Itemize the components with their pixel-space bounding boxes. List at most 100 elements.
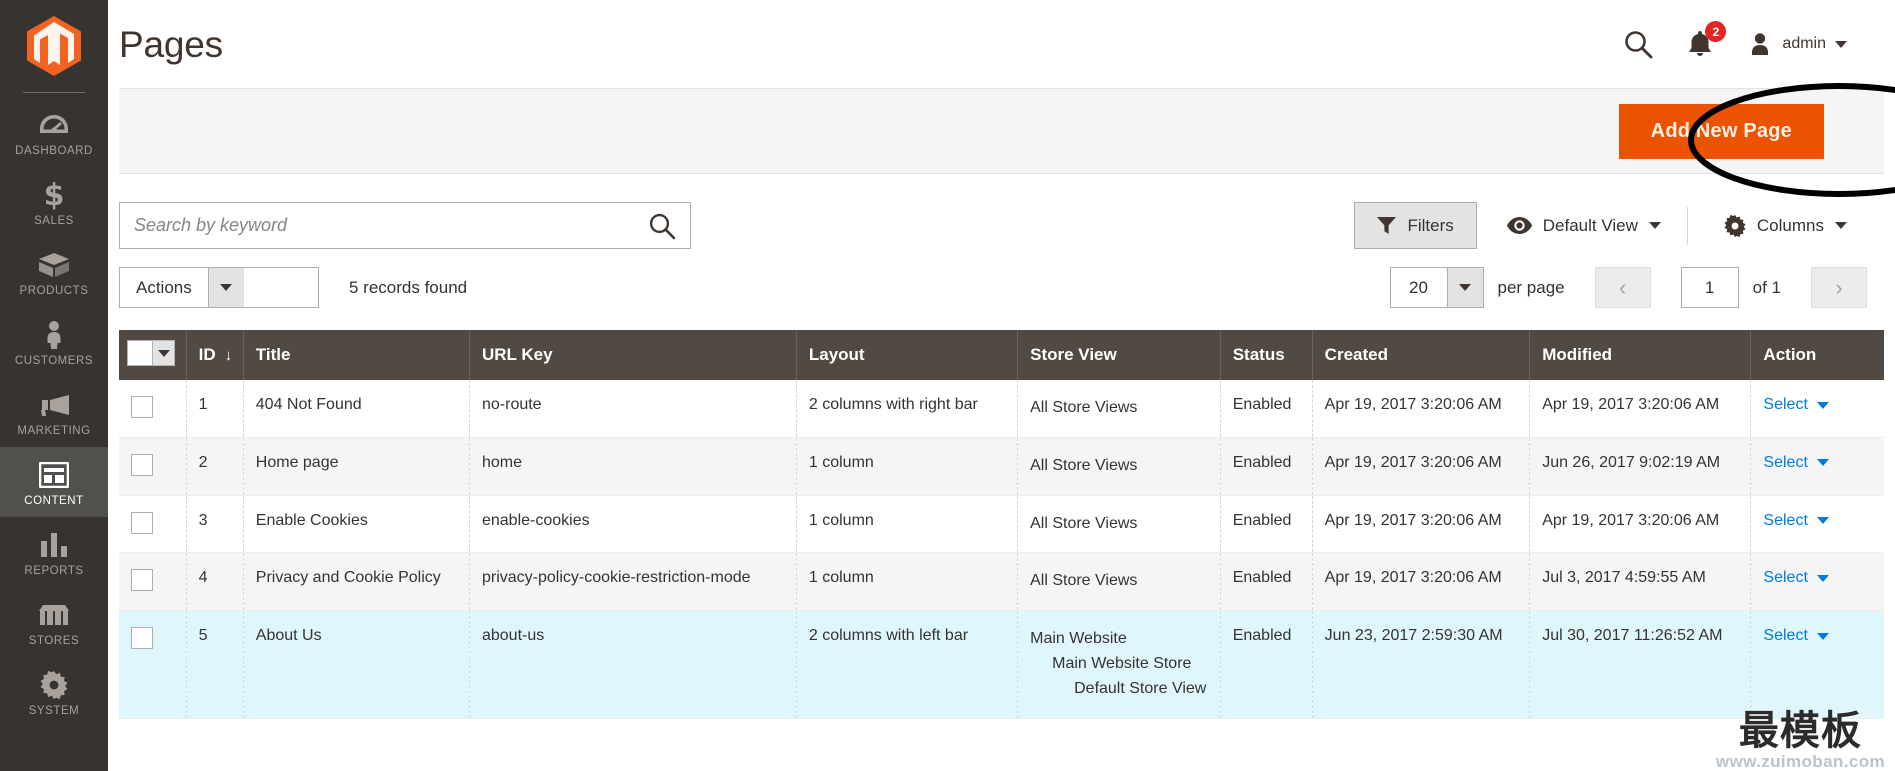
row-checkbox[interactable] (131, 396, 153, 418)
chevron-down-icon (1649, 222, 1661, 229)
search-submit-icon[interactable] (642, 212, 676, 240)
row-action-select[interactable]: Select (1763, 569, 1828, 587)
cell-created: Jun 23, 2017 2:59:30 AM (1312, 611, 1530, 718)
column-header-created[interactable]: Created (1312, 330, 1530, 380)
sidebar-item-dashboard[interactable]: DASHBOARD (0, 97, 108, 167)
row-action-select[interactable]: Select (1763, 396, 1828, 414)
cell-layout: 2 columns with left bar (796, 611, 1017, 718)
page-header: Pages 2 admin (108, 0, 1895, 88)
cell-status: Enabled (1220, 611, 1312, 718)
table-row[interactable]: 1404 Not Foundno-route2 columns with rig… (119, 380, 1884, 437)
per-page-label: per page (1498, 278, 1565, 298)
row-action-label: Select (1763, 569, 1807, 587)
cell-created: Apr 19, 2017 3:20:06 AM (1312, 495, 1530, 553)
store-view-line: Main Website (1030, 627, 1210, 652)
column-header-modified[interactable]: Modified (1530, 330, 1751, 380)
cell-modified: Jun 26, 2017 9:02:19 AM (1530, 437, 1751, 495)
cell-action[interactable]: Select (1751, 553, 1884, 611)
sidebar-item-products[interactable]: PRODUCTS (0, 237, 108, 307)
cell-title: Enable Cookies (243, 495, 469, 553)
store-view-line: Default Store View (1030, 677, 1210, 702)
sidebar-item-system[interactable]: SYSTEM (0, 657, 108, 727)
cell-status: Enabled (1220, 553, 1312, 611)
add-new-page-button[interactable]: Add New Page (1619, 104, 1824, 159)
next-page-button[interactable]: › (1811, 267, 1867, 308)
sidebar-item-label: MARKETING (2, 425, 106, 437)
mass-actions-select[interactable]: Actions (119, 267, 319, 308)
cell-action[interactable]: Select (1751, 380, 1884, 437)
row-select-cell[interactable] (119, 611, 186, 718)
current-page-input[interactable]: 1 (1681, 267, 1739, 308)
row-select-cell[interactable] (119, 553, 186, 611)
columns-label: Columns (1757, 216, 1824, 236)
column-header-id[interactable]: ID↓ (186, 330, 243, 380)
chevron-down-icon[interactable] (152, 341, 174, 365)
column-header-layout[interactable]: Layout (796, 330, 1017, 380)
checkbox-box[interactable] (128, 341, 152, 365)
filters-button[interactable]: Filters (1354, 202, 1476, 249)
per-page-select[interactable]: 20 (1390, 267, 1484, 308)
cell-title: About Us (243, 611, 469, 718)
sidebar-item-label: CONTENT (2, 495, 106, 507)
column-header-url-key[interactable]: URL Key (469, 330, 796, 380)
table-row[interactable]: 4Privacy and Cookie Policyprivacy-policy… (119, 553, 1884, 611)
row-select-cell[interactable] (119, 495, 186, 553)
cell-layout: 1 column (796, 553, 1017, 611)
chevron-down-icon (1817, 633, 1829, 640)
notifications-bell-icon[interactable]: 2 (1687, 30, 1713, 58)
cell-id: 2 (186, 437, 243, 495)
cell-title: 404 Not Found (243, 380, 469, 437)
chevron-down-icon[interactable] (1447, 268, 1483, 307)
cell-action[interactable]: Select (1751, 437, 1884, 495)
cell-id: 5 (186, 611, 243, 718)
sidebar-item-label: STORES (2, 635, 106, 647)
default-view-selector[interactable]: Default View (1477, 207, 1681, 245)
row-action-select[interactable]: Select (1763, 512, 1828, 530)
select-all-header[interactable] (119, 330, 186, 380)
row-select-cell[interactable] (119, 380, 186, 437)
previous-page-button[interactable]: ‹ (1595, 267, 1651, 308)
magento-admin-page: DASHBOARD $ SALES PRODUCTS CUSTOMERS MAR… (0, 0, 1895, 771)
sidebar-item-label: SALES (2, 215, 106, 227)
row-checkbox[interactable] (131, 627, 153, 649)
user-avatar-icon (1747, 31, 1773, 57)
chevron-down-icon (1835, 41, 1847, 48)
table-row[interactable]: 3Enable Cookiesenable-cookies1 columnAll… (119, 495, 1884, 553)
row-action-select[interactable]: Select (1763, 454, 1828, 472)
cell-url-key: about-us (469, 611, 796, 718)
cell-modified: Jul 30, 2017 11:26:52 AM (1530, 611, 1751, 718)
table-row[interactable]: 5About Usabout-us2 columns with left bar… (119, 611, 1884, 718)
column-header-store-view[interactable]: Store View (1018, 330, 1221, 380)
keyword-search-box[interactable] (119, 202, 691, 249)
sidebar-item-content[interactable]: CONTENT (0, 447, 108, 517)
cell-url-key: home (469, 437, 796, 495)
sidebar-item-customers[interactable]: CUSTOMERS (0, 307, 108, 377)
chevron-down-icon[interactable] (208, 268, 244, 307)
search-input[interactable] (134, 215, 642, 236)
grid-toolbar: Actions 5 records found 20 per page ‹ 1 … (108, 249, 1895, 308)
layout-panel-icon (2, 458, 106, 492)
column-header-title[interactable]: Title (243, 330, 469, 380)
admin-user-menu[interactable]: admin (1747, 31, 1847, 57)
sidebar-item-marketing[interactable]: MARKETING (0, 377, 108, 447)
row-action-label: Select (1763, 512, 1807, 530)
row-select-cell[interactable] (119, 437, 186, 495)
row-checkbox[interactable] (131, 512, 153, 534)
column-header-status[interactable]: Status (1220, 330, 1312, 380)
cell-action[interactable]: Select (1751, 495, 1884, 553)
select-all-checkbox[interactable] (127, 340, 175, 366)
cell-store-view: All Store Views (1018, 437, 1221, 495)
row-checkbox[interactable] (131, 569, 153, 591)
row-action-select[interactable]: Select (1763, 627, 1828, 645)
columns-selector[interactable]: Columns (1694, 207, 1867, 245)
sidebar-item-sales[interactable]: $ SALES (0, 167, 108, 237)
cell-action[interactable]: Select (1751, 611, 1884, 718)
sidebar-item-stores[interactable]: STORES (0, 587, 108, 657)
magento-logo[interactable] (0, 0, 108, 92)
sidebar-item-reports[interactable]: REPORTS (0, 517, 108, 587)
cell-modified: Apr 19, 2017 3:20:06 AM (1530, 495, 1751, 553)
table-row[interactable]: 2Home pagehome1 columnAll Store ViewsEna… (119, 437, 1884, 495)
search-icon[interactable] (1623, 29, 1653, 59)
chevron-down-icon (1817, 517, 1829, 524)
row-checkbox[interactable] (131, 454, 153, 476)
